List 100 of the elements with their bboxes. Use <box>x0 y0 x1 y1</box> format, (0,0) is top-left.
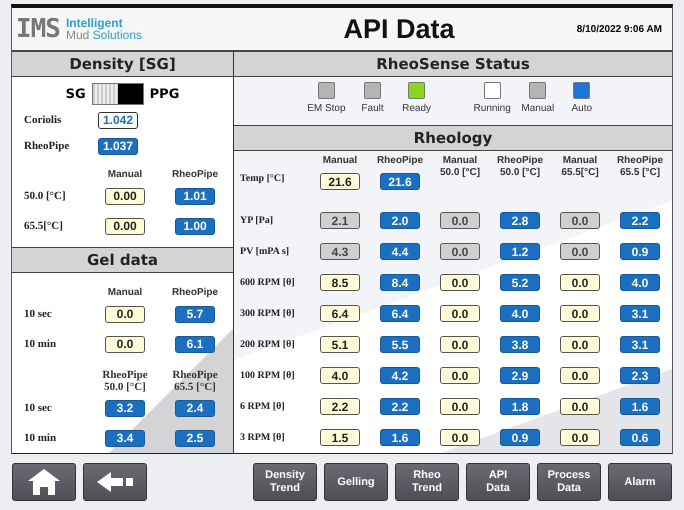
value-display: 3.8 <box>500 336 540 353</box>
input-field[interactable]: 0.0 <box>440 305 480 322</box>
value-display: 0.0 <box>440 243 480 260</box>
input-field[interactable]: 0.0 <box>105 306 145 322</box>
value-display: 1.2 <box>500 243 540 260</box>
value-display: 3.2 <box>105 400 145 416</box>
column-header: Manual 50.0 [°C] <box>440 155 480 179</box>
input-field[interactable]: 2.2 <box>320 398 360 415</box>
value-display: 4.2 <box>380 367 420 384</box>
column-header: RheoPipe 65.5 [°C] <box>172 369 218 393</box>
value-display: 6.4 <box>380 305 420 322</box>
logo-text: Solutions <box>92 28 142 42</box>
input-field[interactable]: 21.6 <box>320 173 360 190</box>
nav-button[interactable]: Rheo Trend <box>395 463 459 501</box>
input-field[interactable]: 0.0 <box>560 305 600 322</box>
input-field[interactable]: 4.0 <box>320 367 360 384</box>
logo-text: Mud <box>66 28 90 42</box>
column-header: Manual <box>108 169 142 181</box>
lamp-label: Fault <box>361 103 384 114</box>
value-display: 0.0 <box>560 212 600 229</box>
value-display: 2.1 <box>320 212 360 229</box>
input-field[interactable]: 0.0 <box>105 336 145 352</box>
row-label: 10 min <box>24 432 56 444</box>
nav-button[interactable]: Process Data <box>537 463 601 501</box>
column-header: Manual <box>108 287 142 299</box>
row-label: PV [mPA s] <box>240 246 290 257</box>
value-display: 4.0 <box>620 274 660 291</box>
lamp-label: Auto <box>572 103 592 114</box>
value-display: 6.1 <box>175 336 215 352</box>
input-field[interactable]: 0.0 <box>560 336 600 353</box>
value-display: 8.4 <box>380 274 420 291</box>
input-field[interactable]: 6.4 <box>320 305 360 322</box>
nav-button[interactable]: Alarm <box>608 463 672 501</box>
value-display: 2.2 <box>380 398 420 415</box>
row-label: 10 sec <box>24 402 52 414</box>
nav-button[interactable]: Density Trend <box>253 463 317 501</box>
value-display: 1.6 <box>380 429 420 446</box>
row-label: Coriolis <box>24 114 62 126</box>
input-field[interactable]: 0.0 <box>440 367 480 384</box>
page-title: API Data <box>342 14 456 44</box>
value-display: 2.2 <box>620 212 660 229</box>
home-icon <box>27 467 61 497</box>
input-field[interactable]: 5.1 <box>320 336 360 353</box>
unit-toggle[interactable] <box>92 83 144 105</box>
row-label: RheoPipe <box>24 140 70 152</box>
lamp-label: Manual <box>521 103 554 114</box>
section-header: Gel data <box>12 247 233 273</box>
back-button[interactable] <box>83 463 147 501</box>
value-display: 1.037 <box>98 138 138 154</box>
input-field[interactable]: 0.0 <box>560 429 600 446</box>
value-display: 0.6 <box>620 429 660 446</box>
input-field[interactable]: 0.00 <box>105 188 145 204</box>
lamp-label: EM Stop <box>307 103 346 114</box>
value-display: 0.0 <box>440 212 480 229</box>
row-label: 300 RPM [θ] <box>240 308 295 319</box>
row-label: 65.5[°C] <box>24 220 63 232</box>
value-display: 1.6 <box>620 398 660 415</box>
logo-mark: IMS <box>16 14 60 44</box>
section-header: Rheology <box>234 125 672 151</box>
value-display: 5.2 <box>500 274 540 291</box>
section-header: RheoSense Status <box>234 52 672 77</box>
input-field[interactable]: 0.0 <box>560 398 600 415</box>
column-header: RheoPipe <box>376 155 424 167</box>
row-label: 10 sec <box>24 308 52 320</box>
unit-label: PPG <box>150 86 180 102</box>
value-display: 2.8 <box>500 212 540 229</box>
row-label: 100 RPM [θ] <box>240 370 295 381</box>
row-label: 200 RPM [θ] <box>240 339 295 350</box>
input-field[interactable]: 0.00 <box>105 218 145 234</box>
input-field[interactable]: 0.0 <box>440 429 480 446</box>
value-display: 21.6 <box>380 173 420 190</box>
home-button[interactable] <box>12 463 76 501</box>
input-field[interactable]: 0.0 <box>440 336 480 353</box>
value-display: 0.0 <box>560 243 600 260</box>
input-field[interactable]: 0.0 <box>440 274 480 291</box>
input-field[interactable]: 0.0 <box>560 367 600 384</box>
column-header: RheoPipe 65.5 [°C] <box>616 155 664 179</box>
input-field[interactable]: 0.0 <box>440 398 480 415</box>
value-display: 3.4 <box>105 430 145 446</box>
nav-button[interactable]: API Data <box>466 463 530 501</box>
input-field[interactable]: 0.0 <box>560 274 600 291</box>
row-label: 6 RPM [θ] <box>240 401 285 412</box>
column-header: RheoPipe <box>172 287 218 299</box>
input-field[interactable]: 1.5 <box>320 429 360 446</box>
column-header: RheoPipe 50.0 [°C] <box>496 155 544 179</box>
row-label: 50.0 [°C] <box>24 190 66 202</box>
input-field[interactable]: 8.5 <box>320 274 360 291</box>
row-label: 10 min <box>24 338 56 350</box>
lamp-label: Ready <box>402 103 431 114</box>
logo-text: Intelligent <box>66 17 124 29</box>
lamp-label: Running <box>474 103 511 114</box>
date-time: 8/10/2022 9:06 AM <box>576 24 662 34</box>
column-header: Manual 65.5[°C] <box>561 155 599 179</box>
row-label: 600 RPM [θ] <box>240 277 295 288</box>
nav-button[interactable]: Gelling <box>324 463 388 501</box>
column-header: RheoPipe <box>172 169 218 181</box>
column-header: Manual <box>322 155 358 167</box>
value-display: 1.00 <box>175 218 215 234</box>
value-display: 3.1 <box>620 336 660 353</box>
value-display: 4.3 <box>320 243 360 260</box>
